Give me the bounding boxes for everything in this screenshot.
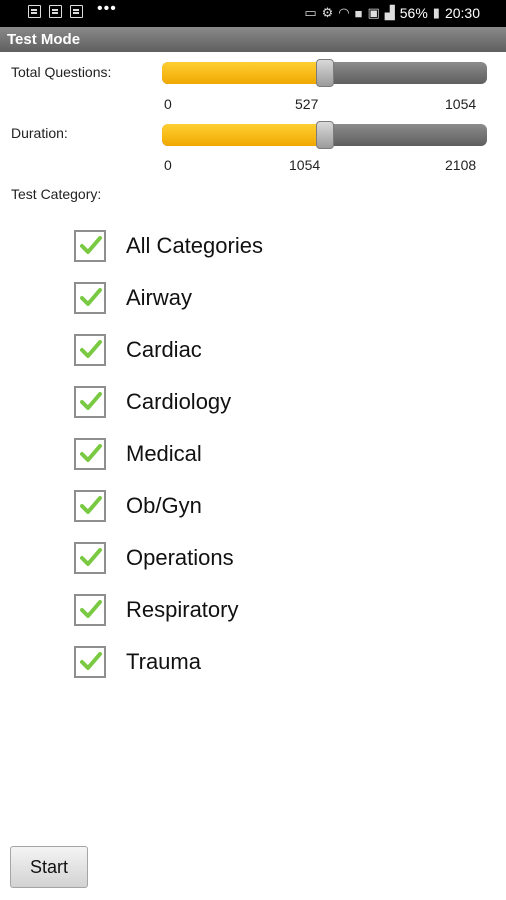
slider-fill	[162, 62, 325, 84]
category-checkbox[interactable]	[74, 594, 106, 626]
category-checkbox[interactable]	[74, 282, 106, 314]
category-label: All Categories	[126, 233, 263, 258]
duration-max-label: 2108	[445, 157, 477, 173]
category-checkbox[interactable]	[74, 230, 106, 262]
signal-icon: ▟	[384, 5, 395, 20]
category-item-trauma[interactable]: Trauma	[74, 644, 201, 680]
category-item-ob-gyn[interactable]: Ob/Gyn	[74, 488, 202, 524]
category-label: Airway	[126, 285, 193, 310]
questions-min-label: 0	[164, 96, 172, 112]
wifi-icon: ◠	[338, 5, 350, 20]
battery-icon: ▮	[432, 5, 440, 20]
status-bar: ••• ▭ ⚙ ◠ ■ ▣ ▟ 56% ▮ 20:30	[0, 0, 506, 27]
checkmark-icon	[80, 600, 102, 618]
category-label: Respiratory	[126, 597, 239, 622]
category-label: Trauma	[126, 649, 201, 674]
more-notifications-icon: •••	[97, 0, 117, 17]
test-category-label: Test Category:	[11, 186, 102, 202]
duration-mid-label: 1054	[289, 157, 321, 173]
notification-icon	[28, 5, 41, 18]
page-title: Test Mode	[7, 31, 81, 48]
category-item-all-categories[interactable]: All Categories	[74, 228, 263, 264]
category-checkbox[interactable]	[74, 438, 106, 470]
notification-icon	[49, 5, 62, 18]
questions-max-label: 1054	[445, 96, 477, 112]
sim-icon: ▣	[367, 5, 380, 20]
checkmark-icon	[80, 652, 102, 670]
slider-thumb[interactable]	[315, 121, 334, 149]
duration-label: Duration:	[11, 125, 68, 141]
start-button[interactable]: Start	[10, 846, 88, 888]
slider-thumb[interactable]	[315, 59, 334, 87]
duration-min-label: 0	[164, 157, 172, 173]
cast-icon: ▭	[304, 5, 317, 20]
category-label: Cardiology	[126, 389, 232, 414]
category-label: Cardiac	[126, 337, 202, 362]
total-questions-label: Total Questions:	[11, 64, 112, 80]
category-checkbox[interactable]	[74, 386, 106, 418]
checkmark-icon	[80, 392, 102, 410]
category-checkbox[interactable]	[74, 646, 106, 678]
alarm-icon: ⚙	[321, 5, 334, 20]
category-item-operations[interactable]: Operations	[74, 540, 234, 576]
checkmark-icon	[80, 340, 102, 358]
questions-mid-label: 527	[295, 96, 319, 112]
category-item-cardiac[interactable]: Cardiac	[74, 332, 202, 368]
category-label: Ob/Gyn	[126, 493, 202, 518]
system-icons: ▭ ⚙ ◠ ■ ▣ ▟ 56% ▮ 20:30	[304, 5, 480, 21]
checkmark-icon	[80, 548, 102, 566]
duration-slider[interactable]	[162, 121, 487, 149]
category-label: Operations	[126, 545, 234, 570]
checkmark-icon	[80, 288, 102, 306]
total-questions-slider[interactable]	[162, 59, 487, 87]
category-item-respiratory[interactable]: Respiratory	[74, 592, 238, 628]
category-checkbox[interactable]	[74, 542, 106, 574]
title-bar: Test Mode	[0, 27, 506, 52]
category-item-airway[interactable]: Airway	[74, 280, 192, 316]
notification-icon	[70, 5, 83, 18]
clock: 20:30	[444, 5, 480, 21]
category-label: Medical	[126, 441, 202, 466]
checkmark-icon	[80, 236, 102, 254]
notification-icons: •••	[28, 0, 117, 18]
slider-fill	[162, 124, 325, 146]
category-item-medical[interactable]: Medical	[74, 436, 202, 472]
nfc-icon: ■	[354, 5, 363, 21]
category-item-cardiology[interactable]: Cardiology	[74, 384, 231, 420]
checkmark-icon	[80, 496, 102, 514]
category-checkbox[interactable]	[74, 490, 106, 522]
battery-percent: 56%	[399, 5, 428, 21]
checkmark-icon	[80, 444, 102, 462]
category-checkbox[interactable]	[74, 334, 106, 366]
